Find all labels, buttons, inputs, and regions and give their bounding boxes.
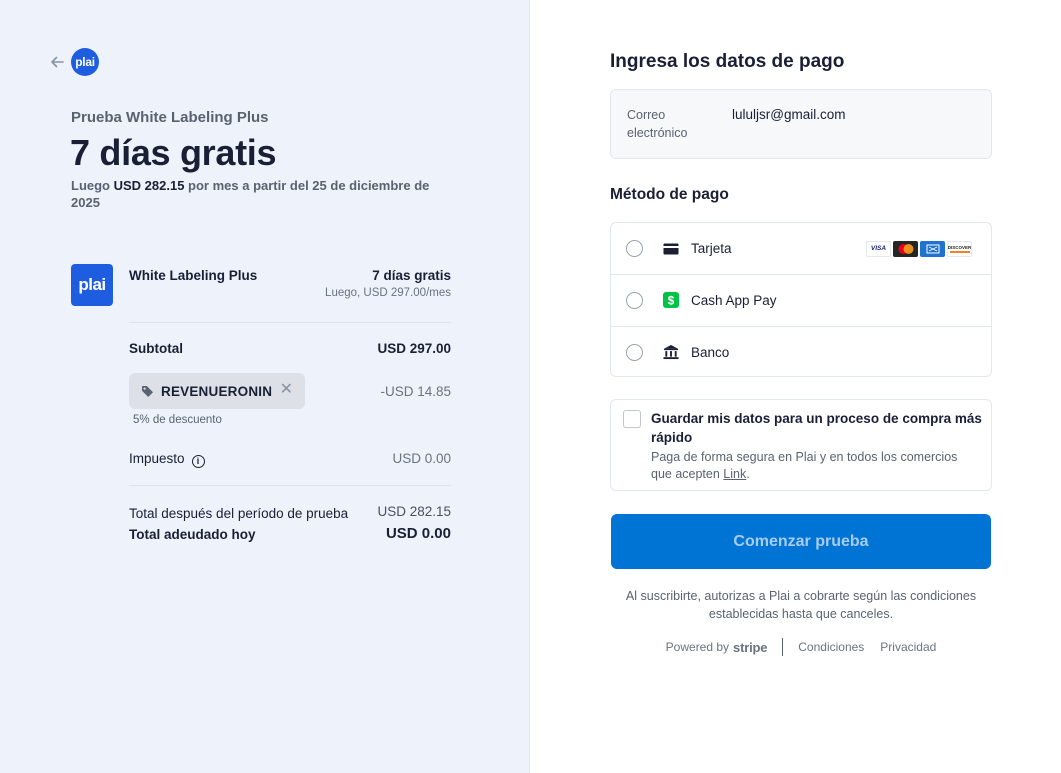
- method-label: Banco: [691, 344, 730, 360]
- stripe-logo[interactable]: stripe: [733, 640, 767, 655]
- tag-icon: [141, 384, 155, 398]
- save-info-checkbox[interactable]: [623, 410, 641, 428]
- mastercard-icon: [893, 240, 918, 257]
- payment-title: Ingresa los datos de pago: [610, 51, 845, 72]
- payment-method-title: Método de pago: [610, 186, 729, 203]
- tax-value: USD 0.00: [392, 451, 451, 466]
- divider: [129, 322, 451, 323]
- due-today-value: USD 0.00: [385, 525, 451, 542]
- powered-by-label: Powered by: [665, 640, 730, 654]
- method-label: Tarjeta: [691, 241, 732, 256]
- legal-text: Al suscribirte, autorizas a Plai a cobra…: [625, 589, 977, 621]
- due-today-label: Total adeudado hoy: [129, 527, 256, 542]
- card-icon: [663, 241, 679, 257]
- payment-methods: Tarjeta VISA DISCOVER $ Cash App Pay Ban…: [610, 222, 992, 377]
- back-nav[interactable]: plai: [48, 48, 99, 76]
- footer-divider: [782, 638, 784, 656]
- tax-label: Impuesto i: [129, 451, 205, 468]
- trial-subtitle: Prueba White Labeling Plus: [71, 109, 269, 126]
- start-trial-button[interactable]: Comenzar prueba: [611, 514, 991, 569]
- method-label: Cash App Pay: [691, 292, 777, 308]
- radio-cash-app[interactable]: [626, 291, 643, 309]
- coupon-chip: REVENUERONIN ✕: [129, 373, 305, 409]
- cash-app-icon: $: [663, 292, 679, 308]
- trial-title: 7 días gratis: [70, 132, 277, 173]
- visa-icon: VISA: [866, 240, 891, 257]
- product-price-later: Luego, USD 297.00/mes: [325, 287, 451, 299]
- back-arrow-icon[interactable]: [48, 53, 66, 71]
- product-price: 7 días gratis: [372, 268, 451, 283]
- subtotal-value: USD 297.00: [377, 341, 451, 356]
- trial-later-text: Luego USD 282.15 por mes a partir del 25…: [71, 178, 430, 210]
- save-info-box: Guardar mis datos para un proceso de com…: [610, 399, 992, 491]
- after-trial-label: Total después del período de prueba: [129, 506, 349, 521]
- coupon-code: REVENUERONIN: [161, 383, 273, 399]
- save-info-title: Guardar mis datos para un proceso de com…: [651, 411, 982, 445]
- email-label: Correo electrónico: [627, 108, 688, 140]
- info-icon[interactable]: i: [191, 454, 205, 468]
- link-link[interactable]: Link: [723, 467, 746, 481]
- brand-logo[interactable]: plai: [71, 48, 99, 76]
- method-card[interactable]: Tarjeta VISA DISCOVER: [611, 223, 991, 274]
- payment-panel: Ingresa los datos de pago Correo electró…: [530, 0, 1061, 773]
- radio-bank[interactable]: [626, 343, 643, 361]
- terms-link[interactable]: Condiciones: [798, 640, 864, 654]
- product-name: White Labeling Plus: [129, 268, 258, 283]
- email-value: lululjsr@gmail.com: [732, 107, 846, 122]
- amex-icon: [920, 240, 945, 257]
- email-field[interactable]: Correo electrónico lululjsr@gmail.com: [610, 89, 992, 159]
- remove-coupon-icon[interactable]: ✕: [280, 381, 293, 399]
- save-info-description: Paga de forma segura en Plai y en todos …: [651, 450, 958, 481]
- footer: Powered by stripe Condiciones Privacidad: [610, 638, 992, 656]
- svg-text:$: $: [668, 294, 675, 308]
- method-cash-app[interactable]: $ Cash App Pay: [611, 274, 991, 325]
- method-bank[interactable]: Banco: [611, 326, 991, 377]
- after-trial-value: USD 282.15: [377, 504, 451, 519]
- bank-icon: [663, 344, 679, 360]
- coupon-discount: -USD 14.85: [380, 384, 451, 399]
- order-summary-panel: plai Prueba White Labeling Plus 7 días g…: [0, 0, 530, 773]
- card-brands: VISA DISCOVER: [866, 240, 972, 257]
- discount-note: 5% de descuento: [133, 414, 222, 426]
- radio-card[interactable]: [626, 240, 643, 257]
- discover-icon: DISCOVER: [947, 240, 972, 257]
- divider: [129, 485, 451, 486]
- product-logo: plai: [71, 264, 113, 306]
- subtotal-label: Subtotal: [129, 341, 183, 356]
- privacy-link[interactable]: Privacidad: [880, 640, 936, 654]
